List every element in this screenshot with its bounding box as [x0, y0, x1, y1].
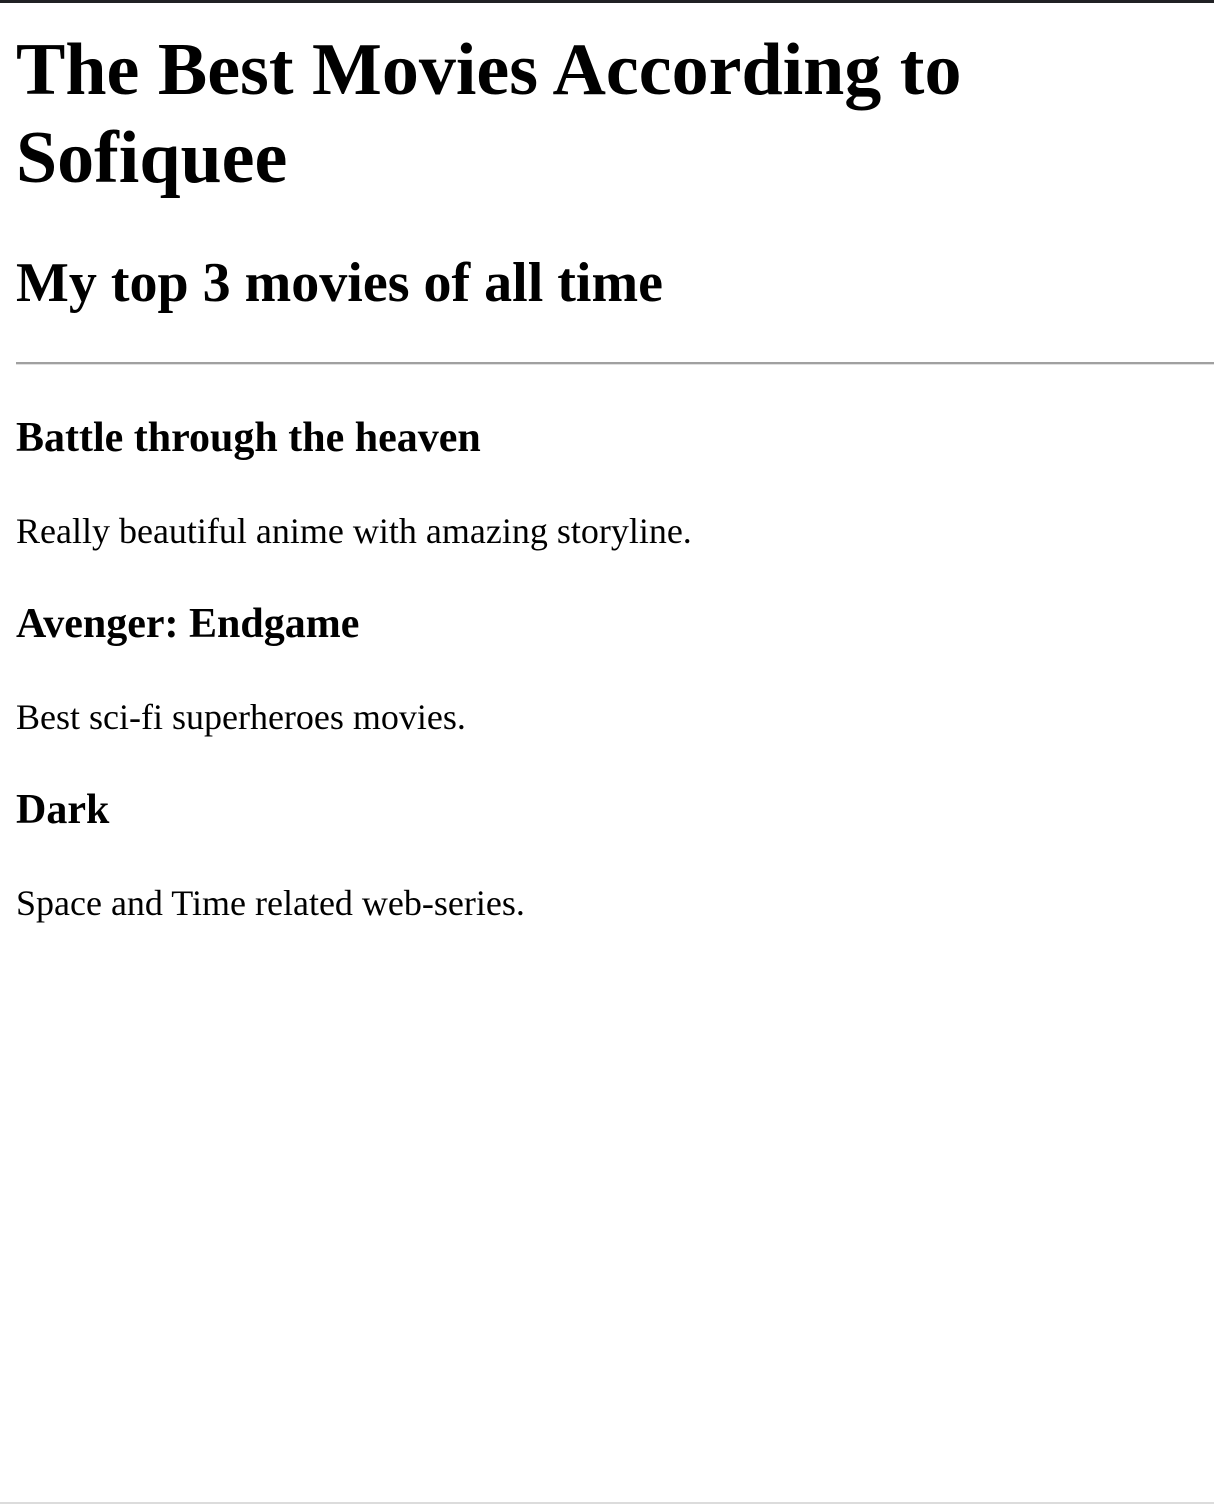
- movie-description-2: Best sci-fi superheroes movies.: [16, 697, 466, 737]
- page-subtitle: My top 3 movies of all time: [16, 252, 663, 314]
- movie-description-1: Really beautiful anime with amazing stor…: [16, 511, 692, 551]
- page-title: The Best Movies According to Sofiquee: [16, 29, 962, 199]
- movie-title-1: Battle through the heaven: [16, 415, 481, 461]
- movie-title-2: Avenger: Endgame: [16, 601, 360, 647]
- movie-title-3: Dark: [16, 787, 110, 833]
- movie-description-3: Space and Time related web-series.: [16, 883, 525, 923]
- browser-top-edge: [0, 0, 1214, 3]
- horizontal-rule: [16, 362, 1214, 365]
